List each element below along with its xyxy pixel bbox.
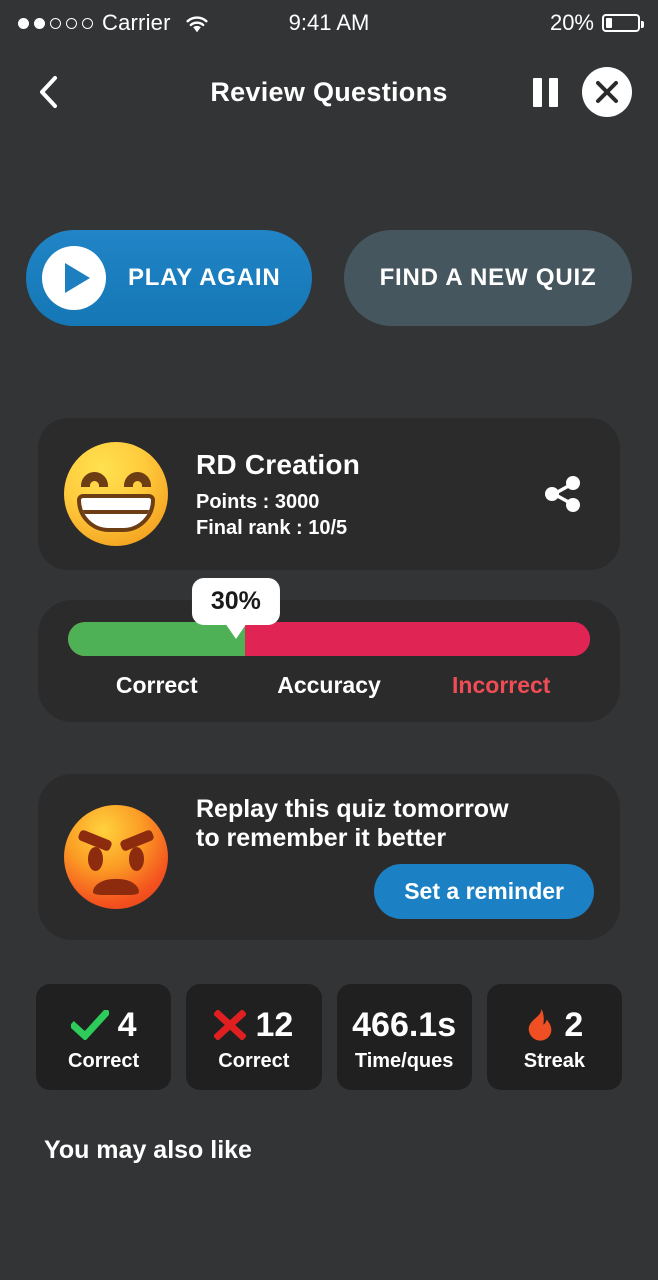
play-triangle xyxy=(65,263,90,293)
stat-value-time: 466.1s xyxy=(352,1005,457,1044)
emoji-eye-right xyxy=(124,472,151,487)
pause-icon-bar-left xyxy=(533,77,542,107)
status-bar-right: 20% xyxy=(549,10,644,36)
reminder-card: Replay this quiz tomorrow to remember it… xyxy=(38,774,620,940)
share-icon xyxy=(545,476,580,512)
pause-button[interactable] xyxy=(533,77,558,107)
share-button[interactable] xyxy=(536,467,590,521)
chevron-left-icon xyxy=(40,76,57,108)
stat-card-streak[interactable]: 2 Streak xyxy=(486,984,622,1090)
reminder-message: Replay this quiz tomorrow to remember it… xyxy=(196,795,509,852)
stat-value-correct: 4 xyxy=(117,1005,137,1044)
stat-card-incorrect-top: 12 xyxy=(214,1002,293,1048)
battery-icon xyxy=(602,14,644,32)
primary-actions: PLAY AGAIN FIND A NEW QUIZ xyxy=(0,230,658,326)
stat-label-streak: Streak xyxy=(523,1049,585,1072)
fire-icon xyxy=(529,1008,552,1041)
status-bar-left: Carrier xyxy=(18,10,210,36)
find-new-quiz-button[interactable]: FIND A NEW QUIZ xyxy=(344,230,632,326)
player-profile-card: RD Creation Points : 3000 Final rank : 1… xyxy=(38,418,620,570)
cross-icon xyxy=(214,1009,247,1040)
signal-strength-indicator xyxy=(18,17,93,29)
play-again-button[interactable]: PLAY AGAIN xyxy=(26,230,312,326)
player-final-rank: Final rank : 10/5 xyxy=(196,516,348,539)
set-reminder-button[interactable]: Set a reminder xyxy=(374,863,594,919)
accuracy-tooltip: 30% xyxy=(191,578,280,625)
battery-percent-label: 20% xyxy=(549,10,594,35)
close-icon xyxy=(596,81,618,103)
reminder-action-row: Set a reminder xyxy=(196,863,594,919)
carrier-label: Carrier xyxy=(102,10,171,35)
play-again-label: PLAY AGAIN xyxy=(128,264,281,291)
accuracy-card: Correct Accuracy Incorrect xyxy=(38,600,620,722)
stat-card-correct[interactable]: 4 Correct xyxy=(36,984,172,1090)
player-name: RD Creation xyxy=(196,448,360,480)
emoji-eye-left xyxy=(81,472,108,487)
pause-icon-bar-right xyxy=(549,77,558,107)
stat-card-incorrect[interactable]: 12 Correct xyxy=(186,984,322,1090)
player-points: Points : 3000 xyxy=(196,490,320,513)
stat-value-streak: 2 xyxy=(564,1005,584,1044)
signal-dot-5 xyxy=(82,17,93,29)
you-may-also-like-title: You may also like xyxy=(44,1136,252,1164)
stat-card-correct-top: 4 xyxy=(70,1002,137,1048)
accuracy-title-label: Accuracy xyxy=(277,672,381,698)
wifi-icon xyxy=(186,15,208,32)
stats-row: 4 Correct 12 Correct 466.1s Time/ques 2 … xyxy=(0,984,658,1090)
stat-label-correct: Correct xyxy=(68,1049,140,1072)
stat-card-time[interactable]: 466.1s Time/ques xyxy=(336,984,472,1090)
accuracy-correct-label: Correct xyxy=(115,672,198,698)
stat-card-time-top: 466.1s xyxy=(352,1002,456,1048)
accuracy-bar-correct-segment xyxy=(68,622,246,656)
emoji-grin-mouth xyxy=(77,494,155,532)
check-icon xyxy=(70,1009,109,1040)
stat-value-incorrect: 12 xyxy=(255,1005,294,1044)
back-button[interactable] xyxy=(26,70,70,114)
emoji-angry-eye-right xyxy=(129,847,144,871)
stat-label-time: Time/ques xyxy=(354,1049,454,1072)
accuracy-bar xyxy=(68,622,590,656)
accuracy-section: 30% Correct Accuracy Incorrect xyxy=(38,578,620,722)
accuracy-bar-incorrect-segment xyxy=(245,622,590,656)
profile-info: RD Creation Points : 3000 Final rank : 1… xyxy=(196,449,536,540)
reminder-content: Replay this quiz tomorrow to remember it… xyxy=(196,777,594,937)
play-icon xyxy=(42,246,106,310)
stat-label-incorrect: Correct xyxy=(218,1049,290,1072)
signal-dot-1 xyxy=(18,17,29,29)
grinning-face-emoji xyxy=(64,442,168,546)
angry-face-emoji xyxy=(64,805,168,909)
emoji-angry-eye-left xyxy=(88,847,103,871)
close-button[interactable] xyxy=(582,67,632,117)
quiz-result-screen: Carrier 9:41 AM 20% Review Questions PLA… xyxy=(0,0,658,1280)
status-bar: Carrier 9:41 AM 20% xyxy=(0,0,658,46)
accuracy-incorrect-label: Incorrect xyxy=(452,672,551,698)
find-new-quiz-label: FIND A NEW QUIZ xyxy=(379,264,597,291)
battery-fill xyxy=(606,18,612,28)
signal-dot-3 xyxy=(50,17,61,29)
signal-dot-4 xyxy=(66,17,77,29)
app-header: Review Questions xyxy=(0,46,658,138)
stat-card-streak-top: 2 xyxy=(525,1002,583,1048)
emoji-frown-mouth xyxy=(93,879,139,895)
header-actions xyxy=(533,67,632,117)
accuracy-labels: Correct Accuracy Incorrect xyxy=(68,672,590,699)
signal-dot-2 xyxy=(34,17,45,29)
